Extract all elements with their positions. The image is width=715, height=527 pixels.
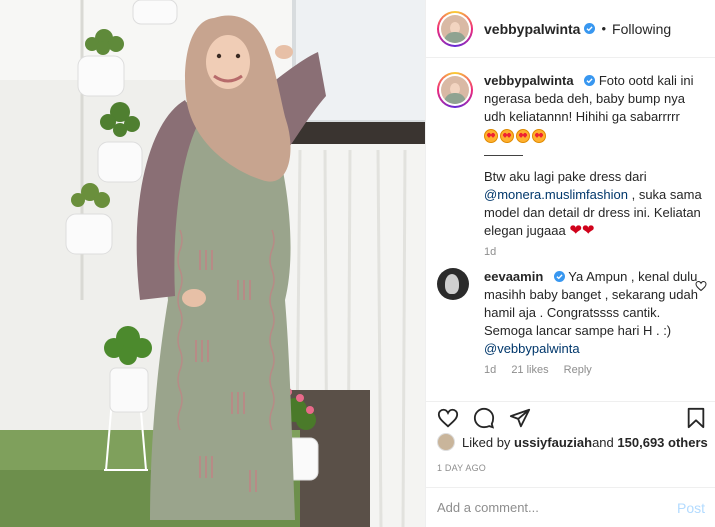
comment-time[interactable]: 1d: [484, 364, 496, 376]
header-separator: •: [601, 21, 607, 36]
caption-time[interactable]: 1d: [484, 246, 496, 258]
heart-eyes-emoji-icon: [500, 129, 514, 143]
paper-plane-icon[interactable]: [509, 407, 531, 429]
verified-badge-icon: [584, 23, 596, 34]
caption: vebbypalwinta Foto ootd kali ini ngerasa…: [437, 72, 707, 258]
heart-icon[interactable]: [437, 407, 459, 429]
post-comment-button[interactable]: Post: [677, 500, 705, 516]
red-heart-emoji-icon: ❤: [581, 222, 595, 239]
author-avatar[interactable]: [437, 10, 473, 47]
caption-separator: ———: [484, 147, 523, 162]
red-heart-emoji-icon: ❤: [569, 222, 582, 239]
likes-count[interactable]: 150,693 others: [617, 435, 707, 450]
post-actions: [426, 402, 715, 430]
commenter-username[interactable]: eevaamin: [484, 269, 543, 284]
add-comment-bar: Post: [426, 487, 715, 527]
likes-summary[interactable]: Liked by ussiyfauziah and 150,693 others: [437, 433, 708, 451]
likes-middle: and: [592, 434, 614, 450]
comment-reply-button[interactable]: Reply: [564, 364, 592, 376]
likes-prefix: Liked by: [462, 434, 511, 450]
liker-username[interactable]: ussiyfauziah: [514, 435, 592, 450]
liker-avatar[interactable]: [437, 433, 455, 451]
caption-text: vebbypalwinta Foto ootd kali ini ngerasa…: [484, 72, 707, 240]
caption-line-2: Btw aku lagi pake dress dari @monera.mus…: [484, 168, 707, 240]
comment-like-heart-icon[interactable]: [695, 280, 707, 292]
bookmark-icon[interactable]: [685, 407, 707, 429]
comment-bubble-icon[interactable]: [473, 407, 495, 429]
add-comment-input[interactable]: [437, 500, 677, 515]
post-detail-panel: vebbypalwinta • Following vebbypalwinta …: [425, 0, 715, 527]
heart-eyes-emoji-icon: [484, 129, 498, 143]
comment-mention-link[interactable]: @vebbypalwinta: [484, 340, 707, 358]
caption-emojis: [484, 128, 707, 146]
following-button[interactable]: Following: [612, 21, 671, 37]
caption-meta: 1d: [484, 246, 707, 258]
comment-item: eevaamin Ya Ampun , kenal dulu masihh ba…: [437, 268, 707, 376]
post-photo[interactable]: [0, 0, 425, 527]
caption-line-2-before: Btw aku lagi pake dress dari: [484, 169, 647, 184]
comment-likes[interactable]: 21 likes: [511, 364, 548, 376]
comments-list[interactable]: vebbypalwinta Foto ootd kali ini ngerasa…: [426, 58, 715, 402]
post-header: vebbypalwinta • Following: [426, 0, 715, 58]
comment-text: eevaamin Ya Ampun , kenal dulu masihh ba…: [484, 268, 707, 358]
caption-username[interactable]: vebbypalwinta: [484, 73, 574, 88]
comment-meta: 1d 21 likes Reply: [484, 364, 707, 376]
commenter-avatar[interactable]: [437, 268, 469, 300]
verified-badge-icon: [584, 75, 596, 86]
smiling-emoji-icon: [516, 129, 530, 143]
verified-badge-icon: [553, 271, 565, 282]
mention-link[interactable]: @monera.muslimfashion: [484, 187, 628, 202]
caption-author-avatar[interactable]: [437, 72, 473, 108]
post-photo-illustration: [0, 0, 425, 527]
post-date[interactable]: 1 DAY AGO: [437, 463, 486, 473]
author-username[interactable]: vebbypalwinta: [484, 21, 580, 37]
heart-eyes-emoji-icon: [532, 129, 546, 143]
